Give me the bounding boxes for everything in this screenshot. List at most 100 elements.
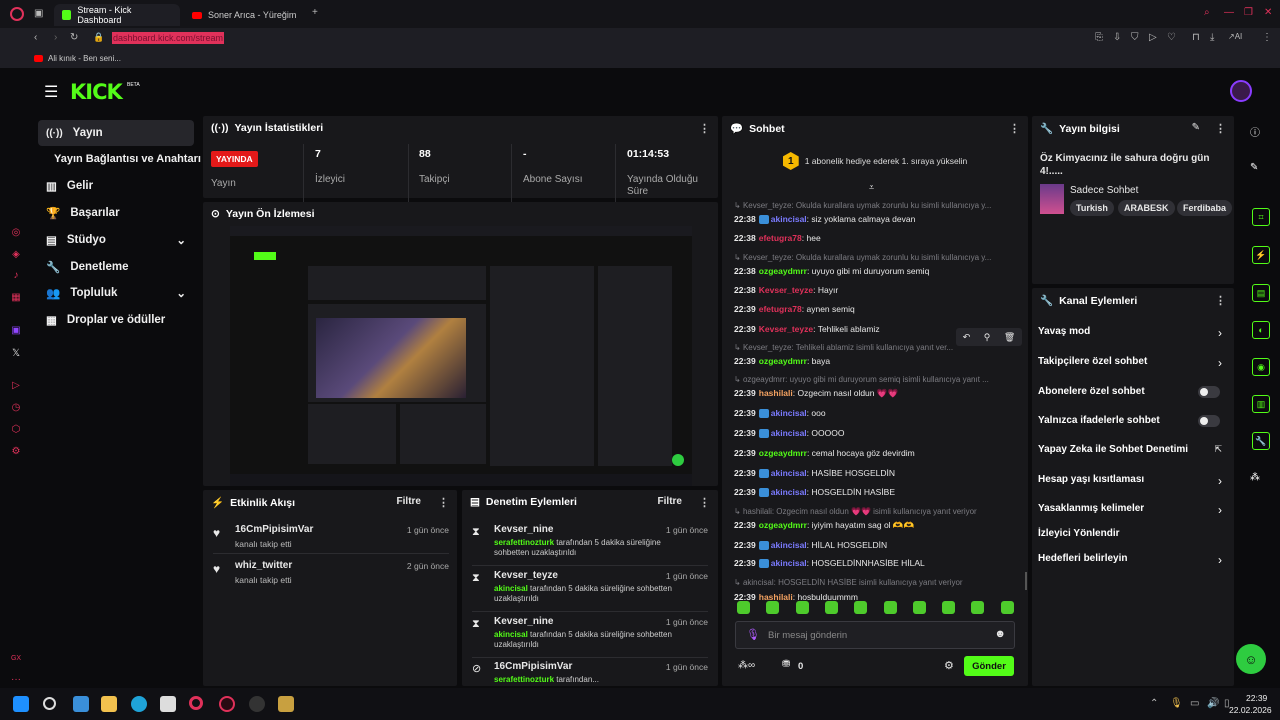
message-username[interactable]: efetugra78	[759, 233, 802, 243]
chat-message[interactable]: 22:39 akincisal: OOOOO	[734, 428, 1024, 439]
microphone-icon[interactable]: 🎙	[746, 628, 760, 641]
volume-icon[interactable]: 🔊	[1207, 698, 1219, 709]
search-icon[interactable]: ⌕	[1204, 7, 1210, 18]
message-username[interactable]: akincisal	[771, 558, 807, 568]
minimize-icon[interactable]: —	[1224, 7, 1234, 18]
filter-button[interactable]: Filtre	[658, 496, 682, 507]
category-name[interactable]: Sadece Sohbet	[1070, 185, 1138, 196]
gx-icon[interactable]: GX	[8, 650, 24, 666]
send-button[interactable]: Gönder	[964, 656, 1014, 676]
mod-moderator[interactable]: akincisal	[494, 630, 528, 639]
chat-message[interactable]: 22:38 Kevser_teyze: Hayır	[734, 285, 1024, 295]
mod-target-user[interactable]: Kevser_nine	[494, 616, 553, 627]
edge-icon[interactable]	[131, 696, 147, 712]
chat-message[interactable]: 22:39 ozgeaydmrr: baya	[734, 356, 1024, 366]
activity-user[interactable]: 16CmPipisimVar	[235, 524, 313, 535]
pinned-goal[interactable]: 1 1 abonelik hediye ederek 1. sıraya yük…	[722, 144, 1028, 178]
pin-icon[interactable]: ⚲	[984, 332, 991, 343]
downloads-icon[interactable]: ⤓	[1210, 32, 1214, 43]
channel-action-row[interactable]: Hesap yaşı kısıtlaması ›	[1032, 474, 1234, 492]
reload-icon[interactable]: ↻	[70, 32, 78, 43]
chat-message[interactable]: 22:39 ozgeaydmrr: iyiyim hayatım sag ol 🫶…	[734, 520, 1024, 531]
chat-settings-icon[interactable]: ⚙	[944, 659, 954, 672]
emote-icon[interactable]	[883, 601, 897, 614]
nav-item-denetleme[interactable]: 🔧 Denetleme	[38, 254, 194, 280]
message-username[interactable]: akincisal	[771, 428, 807, 438]
filter-button[interactable]: Filtre	[397, 496, 421, 507]
back-icon[interactable]: ‹	[34, 32, 37, 43]
steam-icon[interactable]	[249, 696, 265, 712]
extensions-icon[interactable]: ⬡	[8, 421, 24, 437]
chat-message[interactable]: 22:38 efetugra78: hee	[734, 233, 1024, 243]
menu-dots-icon[interactable]: ⋮	[1262, 32, 1272, 43]
emoji-icon[interactable]: ☻	[994, 628, 1006, 640]
task-view-icon[interactable]	[73, 696, 89, 712]
channel-action-row[interactable]: Yavaş mod ›	[1032, 326, 1234, 344]
tab-kick-dashboard[interactable]: Stream - Kick Dashboard	[54, 4, 180, 26]
tab-youtube[interactable]: Soner Arıca - Yüreğim	[184, 4, 308, 26]
download-icon[interactable]: ⇩	[1113, 32, 1121, 43]
nav-item-stream-key[interactable]: Yayın Bağlantısı ve Anahtarı	[46, 146, 206, 172]
users-infinity-icon[interactable]: ⁂∞	[738, 660, 755, 671]
message-username[interactable]: ozgeaydmrr	[759, 448, 807, 458]
network-icon[interactable]: ▭	[1190, 698, 1199, 709]
messenger-icon[interactable]: ◎	[8, 224, 24, 240]
music-icon[interactable]: ♪	[8, 267, 24, 283]
history-icon[interactable]: ◷	[8, 399, 24, 415]
tab-list-icon[interactable]: ▣	[34, 8, 43, 19]
nav-item-topluluk[interactable]: 👥 Topluluk ⌄	[38, 280, 194, 306]
info-icon[interactable]: ⓘ	[1250, 124, 1260, 139]
gaming-icon[interactable]: ▦	[8, 289, 24, 305]
chat-scrollbar[interactable]	[1025, 572, 1027, 590]
kebab-menu-icon[interactable]: ⋮	[1215, 294, 1226, 307]
emote-icon[interactable]	[766, 601, 780, 614]
x-icon[interactable]: 𝕏	[8, 345, 24, 361]
shield-icon[interactable]: ⛉	[1131, 32, 1139, 43]
emote-icon[interactable]	[1000, 601, 1014, 614]
close-icon[interactable]: ✕	[1264, 7, 1272, 18]
store-icon[interactable]	[160, 696, 176, 712]
edit-icon[interactable]: ✎	[1192, 122, 1200, 133]
kebab-menu-icon[interactable]: ⋮	[699, 122, 710, 135]
message-username[interactable]: efetugra78	[759, 304, 802, 314]
mod-target-user[interactable]: 16CmPipisimVar	[494, 661, 572, 672]
nav-item-yayin[interactable]: ((·)) Yayın	[38, 120, 194, 146]
message-username[interactable]: ozgeaydmrr	[759, 520, 807, 530]
pencil-icon[interactable]: ✎	[1250, 162, 1258, 173]
chat-message[interactable]: 22:39 akincisal: ooo	[734, 408, 1024, 419]
kebab-menu-icon[interactable]: ⋮	[438, 496, 449, 509]
chat-message[interactable]: 22:39 efetugra78: aynen semiq	[734, 304, 1024, 314]
message-username[interactable]: Kevser_teyze	[759, 324, 813, 334]
emote-icon[interactable]	[942, 601, 956, 614]
chat-message[interactable]: 22:39 akincisal: HİLAL HOSGELDİN	[734, 540, 1024, 551]
twitch-icon[interactable]: ▣	[8, 322, 24, 338]
emote-icon[interactable]	[824, 601, 838, 614]
tray-chevron-icon[interactable]: ⌃	[1150, 698, 1158, 709]
chat-message[interactable]: 22:39 hashilali: Ozgecim nasıl oldun 💗💗	[734, 388, 1024, 399]
clock-time[interactable]: 22:39	[1246, 693, 1267, 703]
nav-item-gelir[interactable]: ▥ Gelir	[38, 173, 194, 199]
mod-moderator[interactable]: serafettinozturk	[494, 538, 554, 547]
message-username[interactable]: akincisal	[771, 408, 807, 418]
clip-icon[interactable]: ⌗	[1252, 208, 1270, 226]
bookmark-item[interactable]: Ali kınık - Ben seni...	[34, 54, 121, 63]
emote-icon[interactable]	[795, 601, 809, 614]
message-username[interactable]: ozgeaydmrr	[759, 266, 807, 276]
message-username[interactable]: Kevser_teyze	[759, 285, 813, 295]
more-icon[interactable]: ···	[8, 671, 24, 687]
microphone-icon[interactable]: 🎙	[1170, 698, 1183, 709]
player-icon[interactable]: ▷	[8, 377, 24, 393]
emotes-only-toggle[interactable]	[1198, 415, 1220, 427]
mod-moderator[interactable]: serafettinozturk	[494, 675, 554, 684]
raid-icon[interactable]: ⚡	[1252, 246, 1270, 264]
opera-icon[interactable]	[189, 696, 203, 710]
kebab-menu-icon[interactable]: ⋮	[1009, 122, 1020, 135]
message-username[interactable]: akincisal	[771, 487, 807, 497]
activity-user[interactable]: whiz_twitter	[235, 560, 292, 571]
windows-start-icon[interactable]	[13, 696, 29, 712]
tag[interactable]: ARABESK	[1118, 200, 1175, 216]
heart-icon[interactable]: ♡	[1167, 32, 1176, 43]
mod-moderator[interactable]: akincisal	[494, 584, 528, 593]
app-icon[interactable]	[278, 696, 294, 712]
trash-icon[interactable]: 🗑	[1004, 332, 1015, 343]
